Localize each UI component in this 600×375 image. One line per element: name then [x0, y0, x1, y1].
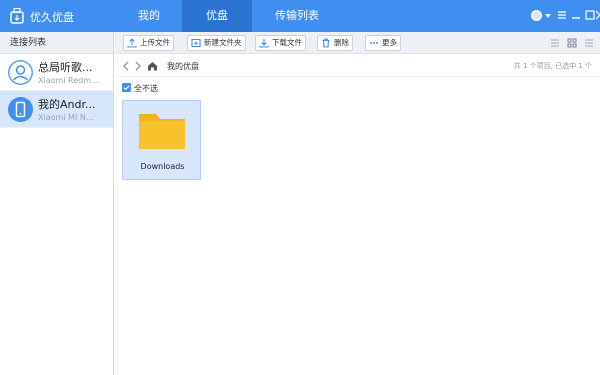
- list-view-icon[interactable]: [550, 38, 560, 48]
- file-name: Downloads: [140, 162, 185, 171]
- download-icon: [259, 39, 269, 48]
- chevron-down-icon[interactable]: [545, 14, 551, 18]
- folder-icon: [139, 114, 185, 149]
- device-name: 我的Andr...: [38, 98, 96, 111]
- toolbar: 上传文件 新建文件夹 下载文件 删除 更多: [115, 32, 600, 54]
- check-icon: [123, 85, 130, 91]
- device-name: 总局听歌...: [38, 61, 93, 74]
- back-arrow-icon[interactable]: [121, 60, 131, 72]
- close-icon[interactable]: [596, 9, 600, 21]
- selection-status: 共 1 个项目, 已选中 1 个: [513, 62, 592, 70]
- app-title: 优久优盘: [30, 11, 74, 24]
- forward-arrow-icon[interactable]: [133, 60, 143, 72]
- user-avatar[interactable]: [531, 10, 542, 21]
- new-folder-button[interactable]: 新建文件夹: [187, 35, 246, 51]
- trash-icon: [322, 38, 330, 48]
- device-model: Xiaomi MI N...: [38, 113, 94, 122]
- collapse-icon[interactable]: [584, 38, 594, 48]
- delete-button[interactable]: 删除: [317, 35, 353, 51]
- new-folder-icon: [191, 38, 201, 48]
- menu-icon[interactable]: [556, 9, 568, 21]
- device-item[interactable]: 总局听歌... Xiaomi Redm...: [0, 54, 113, 91]
- download-file-label: 下载文件: [272, 38, 302, 47]
- home-icon[interactable]: [147, 60, 158, 72]
- upload-file-button[interactable]: 上传文件: [123, 35, 174, 51]
- maximize-icon[interactable]: [584, 9, 596, 21]
- new-folder-label: 新建文件夹: [204, 38, 242, 47]
- minimize-icon[interactable]: [570, 9, 582, 21]
- upload-file-label: 上传文件: [140, 38, 170, 47]
- sidebar: 连接列表 总局听歌... Xiaomi Redm... 我的Andr... Xi…: [0, 32, 114, 375]
- sidebar-header: 连接列表: [0, 32, 113, 54]
- device-item-selected[interactable]: 我的Andr... Xiaomi MI N...: [0, 91, 113, 128]
- more-dots-icon: [370, 42, 378, 44]
- upload-icon: [127, 38, 137, 48]
- breadcrumb[interactable]: 我的优盘: [167, 61, 199, 72]
- grid-view-icon[interactable]: [567, 38, 577, 48]
- tab-transfer-list[interactable]: 传输列表: [252, 0, 342, 32]
- path-bar: 我的优盘 共 1 个项目, 已选中 1 个: [115, 55, 600, 77]
- more-button[interactable]: 更多: [365, 35, 401, 51]
- delete-label: 删除: [334, 38, 349, 47]
- title-bar: 优久优盘 我的 优盘 传输列表: [0, 0, 600, 32]
- person-icon: [8, 60, 33, 85]
- tab-mine[interactable]: 我的: [118, 0, 180, 32]
- tab-udisk[interactable]: 优盘: [182, 0, 252, 32]
- app-logo-icon: [10, 8, 24, 24]
- checkbox[interactable]: [122, 83, 131, 92]
- file-item[interactable]: Downloads: [122, 100, 201, 180]
- more-label: 更多: [382, 38, 397, 47]
- phone-icon: [8, 97, 33, 122]
- select-all-label: 全不选: [134, 84, 158, 93]
- download-file-button[interactable]: 下载文件: [255, 35, 306, 51]
- device-model: Xiaomi Redm...: [38, 76, 99, 85]
